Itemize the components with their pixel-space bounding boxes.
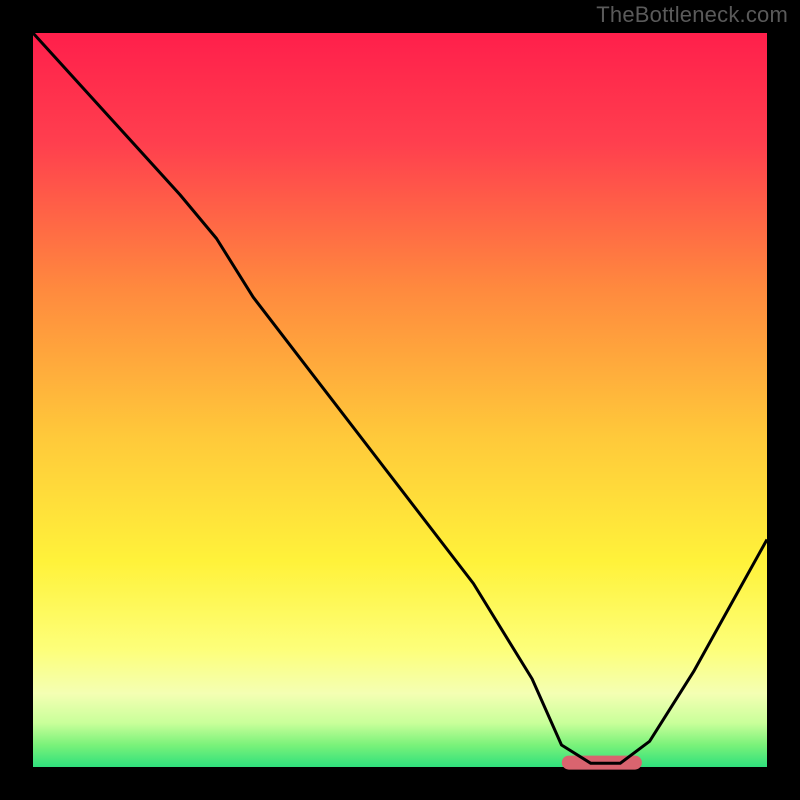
chart-frame: TheBottleneck.com (0, 0, 800, 800)
bottleneck-chart (0, 0, 800, 800)
gradient-background (33, 33, 767, 767)
